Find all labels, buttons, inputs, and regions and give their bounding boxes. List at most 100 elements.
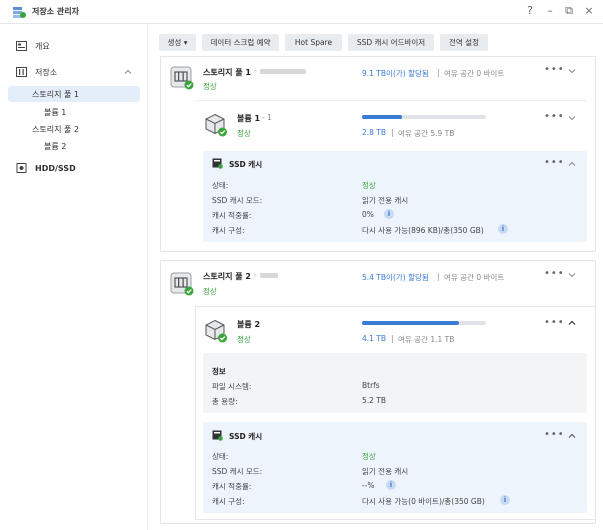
more-icon[interactable]: ••• <box>544 317 565 328</box>
sidebar-item-label: 볼륨 1 <box>44 107 67 117</box>
ssd-1-mode-label: SSD 캐시 모드: <box>212 196 263 205</box>
ssd-1-hit-label: 캐시 적중률: <box>212 211 252 220</box>
sidebar-item-vol2[interactable]: 볼륨 2 <box>44 138 66 154</box>
pool-1-free: 여유 공간 0 바이트 <box>444 69 505 78</box>
sidebar-item-hdd-ssd[interactable]: HDD/SSD <box>8 159 76 177</box>
info-icon[interactable]: i <box>384 209 394 219</box>
volume-2-info-panel <box>203 353 587 413</box>
ssd-cache-advisor-button[interactable]: SSD 캐시 어드바이저 <box>348 34 434 51</box>
window-title: 저장소 관리자 <box>32 7 79 16</box>
pool-2-name: 스토리지 풀 2 <box>203 272 251 281</box>
sidebar-item-overview[interactable]: 개요 <box>8 37 50 55</box>
ssd-2-mode-label: SSD 캐시 모드: <box>212 467 263 476</box>
volume-1-suffix: - 1 <box>262 113 272 122</box>
volume-2-usage-bar <box>362 321 486 325</box>
sidebar-item-label: 저장소 <box>35 67 58 77</box>
more-icon[interactable]: ••• <box>544 111 565 122</box>
ssd-2-status-label: 상태: <box>212 452 229 461</box>
chevron-up-icon[interactable] <box>568 319 576 327</box>
ssd-cache-icon <box>212 430 223 441</box>
ssd-2-status-value: 정상 <box>362 452 376 461</box>
sidebar-item-pool1[interactable]: 스토리지 풀 1 <box>8 86 140 102</box>
chevron-up-icon[interactable] <box>124 68 132 76</box>
data-scrub-schedule-button[interactable]: 데이터 스크럽 예약 <box>202 34 279 51</box>
ssd-1-status-value: 정상 <box>362 181 376 190</box>
ssd-1-hit-value: 0% <box>362 210 374 219</box>
volume-icon <box>205 319 227 343</box>
sidebar-item-vol1[interactable]: 볼륨 1 <box>44 104 66 120</box>
pool-1-separator: | <box>437 68 440 77</box>
storage-manager-app-icon <box>13 7 26 18</box>
pool-2-allocated: 5.4 TB이(가) 할당됨 <box>362 273 429 282</box>
ssd-2-config-value: 다시 사용 가능(0 바이트)/총(350 GB) <box>362 497 485 506</box>
title-bar: 저장소 관리자 ? – ⧉ × <box>0 0 603 24</box>
volume-2-name: 볼륨 2 <box>237 320 261 329</box>
volume-1-status: 정상 <box>237 129 251 138</box>
ssd-cache-icon <box>212 158 223 169</box>
pool-1-suffix: ◦ <box>253 67 258 76</box>
pool-1-name: 스토리지 풀 1 <box>203 68 251 77</box>
total-capacity-value: 5.2 TB <box>362 396 387 405</box>
ssd-2-hit-value: --% <box>362 481 375 490</box>
sidebar-item-label: 스토리지 풀 2 <box>32 124 79 134</box>
close-icon[interactable]: × <box>582 4 596 17</box>
redacted-description <box>260 273 278 278</box>
ssd-2-config-label: 캐시 구성: <box>212 497 245 506</box>
storage-pool-icon <box>170 272 194 296</box>
info-icon[interactable]: i <box>498 224 508 234</box>
ssd-cache-2-title: SSD 캐시 <box>229 432 263 441</box>
chevron-up-icon[interactable] <box>568 160 576 168</box>
ssd-2-mode-value: 읽기 전용 캐시 <box>362 467 409 476</box>
minimize-icon[interactable]: – <box>543 4 557 17</box>
ssd-cache-1-title: SSD 캐시 <box>229 160 263 169</box>
volume-2-usage-fill <box>362 321 459 325</box>
pool-2-suffix: ◦ <box>253 271 258 280</box>
global-settings-button[interactable]: 전역 설정 <box>440 34 488 51</box>
overview-icon <box>16 41 27 51</box>
more-icon[interactable]: ••• <box>544 64 565 75</box>
pool-2-separator: | <box>437 272 440 281</box>
volume-icon <box>205 113 227 137</box>
file-system-label: 파일 시스템: <box>212 382 252 391</box>
storage-pool-icon <box>170 66 194 90</box>
restore-icon[interactable]: ⧉ <box>562 4 576 18</box>
ssd-2-hit-label: 캐시 적중률: <box>212 482 252 491</box>
ssd-1-mode-value: 읽기 전용 캐시 <box>362 196 409 205</box>
chevron-down-icon[interactable] <box>568 114 576 122</box>
info-icon[interactable]: i <box>500 495 510 505</box>
volume-2-used: 4.1 TB <box>362 334 387 343</box>
volume-1-separator: | <box>391 128 394 137</box>
more-icon[interactable]: ••• <box>544 157 565 168</box>
sidebar-item-storage[interactable]: 저장소 <box>8 63 57 81</box>
more-icon[interactable]: ••• <box>544 268 565 279</box>
ssd-1-config-label: 캐시 구성: <box>212 226 245 235</box>
chevron-down-icon[interactable] <box>568 271 576 279</box>
redacted-description <box>260 69 306 74</box>
chevron-down-icon[interactable] <box>568 67 576 75</box>
sidebar-item-label: 스토리지 풀 1 <box>32 89 79 99</box>
volume-1-usage-bar <box>362 115 486 119</box>
help-icon[interactable]: ? <box>523 4 537 17</box>
sidebar-item-label: 볼륨 2 <box>44 141 67 151</box>
pool-2-status: 정상 <box>203 287 217 296</box>
info-icon[interactable]: i <box>386 480 396 490</box>
pool-2-free: 여유 공간 0 바이트 <box>444 273 505 282</box>
more-icon[interactable]: ••• <box>544 429 565 440</box>
create-button[interactable]: 생성 ▾ <box>159 34 196 51</box>
ssd-1-config-value: 다시 사용 가능(896 KB)/총(350 GB) <box>362 226 484 235</box>
volume-1-free: 여유 공간 5.9 TB <box>398 129 455 138</box>
hot-spare-button[interactable]: Hot Spare <box>285 34 342 51</box>
volume-2-free: 여유 공간 1.1 TB <box>398 335 455 344</box>
volume-1-used: 2.8 TB <box>362 128 387 137</box>
ssd-1-status-label: 상태: <box>212 181 229 190</box>
volume-1-usage-fill <box>362 115 402 119</box>
sidebar-item-label: 개요 <box>35 41 50 51</box>
volume-2-separator: | <box>391 334 394 343</box>
chevron-up-icon[interactable] <box>568 432 576 440</box>
file-system-value: Btrfs <box>362 381 380 390</box>
volume-1-name: 볼륨 1 <box>237 114 261 123</box>
sidebar-item-label: HDD/SSD <box>35 163 76 173</box>
sidebar-item-pool2[interactable]: 스토리지 풀 2 <box>32 121 79 137</box>
volume-2-status: 정상 <box>237 335 251 344</box>
disk-icon <box>16 163 27 173</box>
